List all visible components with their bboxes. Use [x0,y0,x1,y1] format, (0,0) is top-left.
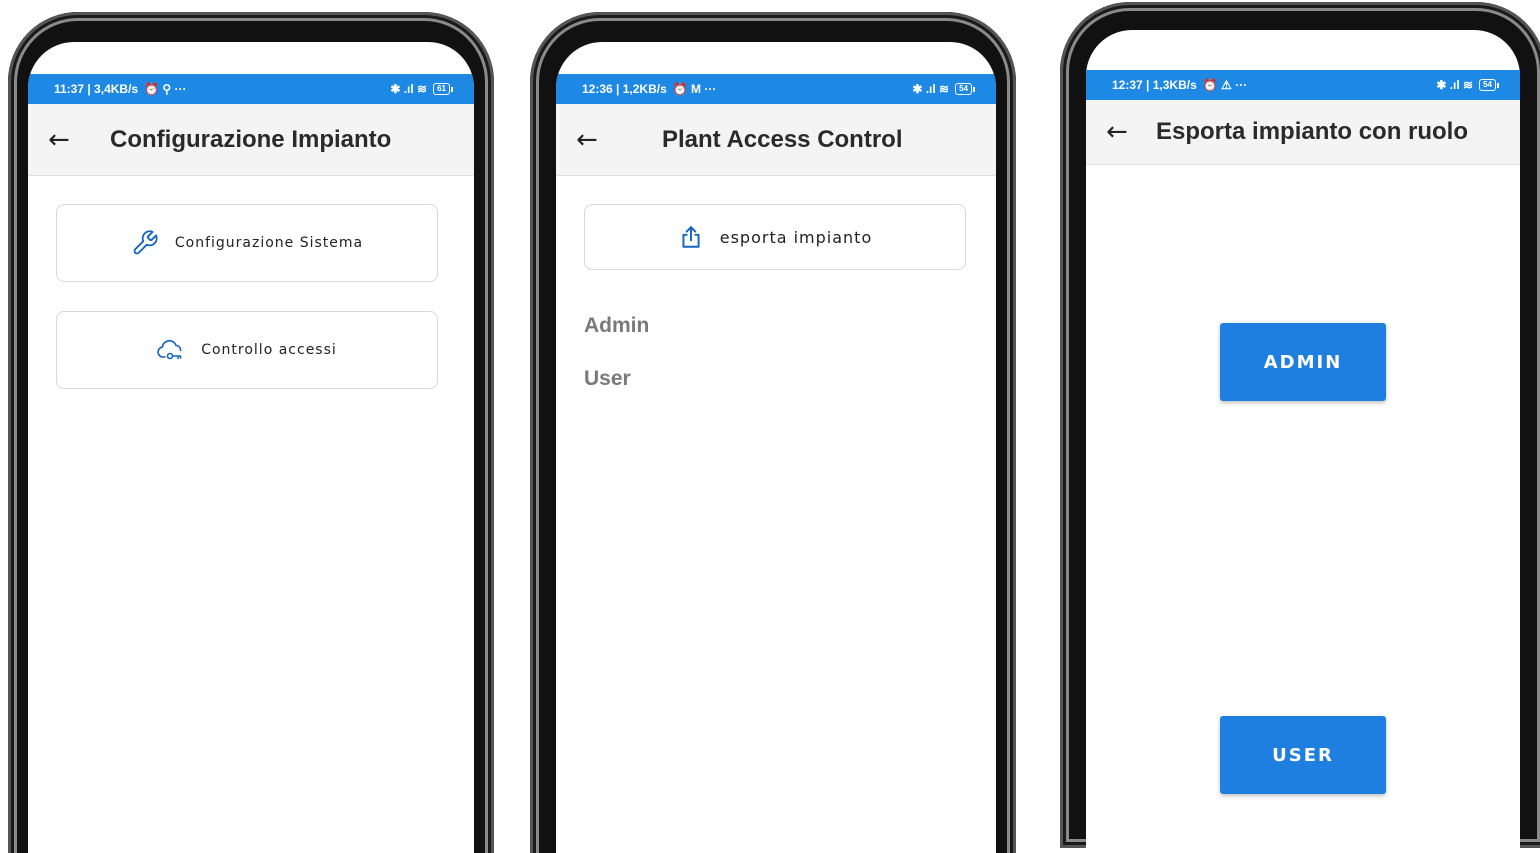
back-arrow-icon[interactable]: ← [48,127,70,153]
button-label: Controllo accessi [201,342,337,358]
status-notification-icons: ⏰ M ··· [672,82,717,96]
status-notification-icons: ⏰ ⚲ ··· [144,82,187,96]
share-upload-icon [678,224,704,250]
phone-frame-1: 11:37 | 3,4KB/s ⏰ ⚲ ··· ✱ .ıl ≋ 61 ← Con… [8,12,494,853]
esporta-impianto-button[interactable]: esporta impianto [584,204,966,270]
status-bar: 12:37 | 1,3KB/s ⏰ ⚠ ··· ✱ .ıl ≋ 54 [1086,70,1520,100]
configurazione-sistema-button[interactable]: Configurazione Sistema [56,204,438,282]
signal-icons: ✱ .ıl ≋ [912,82,950,96]
status-time: 11:37 | 3,4KB/s [54,82,139,96]
status-bar: 11:37 | 3,4KB/s ⏰ ⚲ ··· ✱ .ıl ≋ 61 [28,74,474,104]
phone-screen-3: 12:37 | 1,3KB/s ⏰ ⚠ ··· ✱ .ıl ≋ 54 ← Esp… [1086,30,1520,848]
app-bar: ← Plant Access Control [556,104,996,176]
button-label: Configurazione Sistema [174,235,364,251]
phone-frame-3: 12:37 | 1,3KB/s ⏰ ⚠ ··· ✱ .ıl ≋ 54 ← Esp… [1060,2,1540,848]
controllo-accessi-button[interactable]: Controllo accessi [56,311,438,389]
back-arrow-icon[interactable]: ← [1106,119,1128,145]
button-label: ADMIN [1263,351,1343,373]
status-notification-icons: ⏰ ⚠ ··· [1202,78,1248,92]
page-title: Plant Access Control [662,125,903,153]
role-item-admin[interactable]: Admin [584,314,649,338]
button-label: USER [1272,744,1334,766]
app-bar: ← Configurazione Impianto [28,104,474,176]
phone-screen-2: 12:36 | 1,2KB/s ⏰ M ··· ✱ .ıl ≋ 54 ← Pla… [556,42,996,853]
battery-icon: 54 [1479,79,1499,91]
cloud-key-icon [157,338,185,362]
battery-icon: 54 [955,83,975,95]
signal-icons: ✱ .ıl ≋ [390,82,428,96]
phone-screen-1: 11:37 | 3,4KB/s ⏰ ⚲ ··· ✱ .ıl ≋ 61 ← Con… [28,42,474,853]
signal-icons: ✱ .ıl ≋ [1436,78,1474,92]
back-arrow-icon[interactable]: ← [576,127,598,153]
status-time: 12:37 | 1,3KB/s [1112,78,1197,92]
status-bar: 12:36 | 1,2KB/s ⏰ M ··· ✱ .ıl ≋ 54 [556,74,996,104]
wrench-icon [131,229,159,257]
page-title: Esporta impianto con ruolo [1156,118,1469,145]
page-title: Configurazione Impianto [110,125,392,153]
admin-button[interactable]: ADMIN [1220,323,1386,401]
app-bar: ← Esporta impianto con ruolo [1086,100,1520,165]
phone-frame-2: 12:36 | 1,2KB/s ⏰ M ··· ✱ .ıl ≋ 54 ← Pla… [530,12,1016,853]
button-label: esporta impianto [719,227,873,247]
user-button[interactable]: USER [1220,716,1386,794]
battery-icon: 61 [433,83,453,95]
role-item-user[interactable]: User [584,367,631,391]
status-time: 12:36 | 1,2KB/s [582,82,667,96]
